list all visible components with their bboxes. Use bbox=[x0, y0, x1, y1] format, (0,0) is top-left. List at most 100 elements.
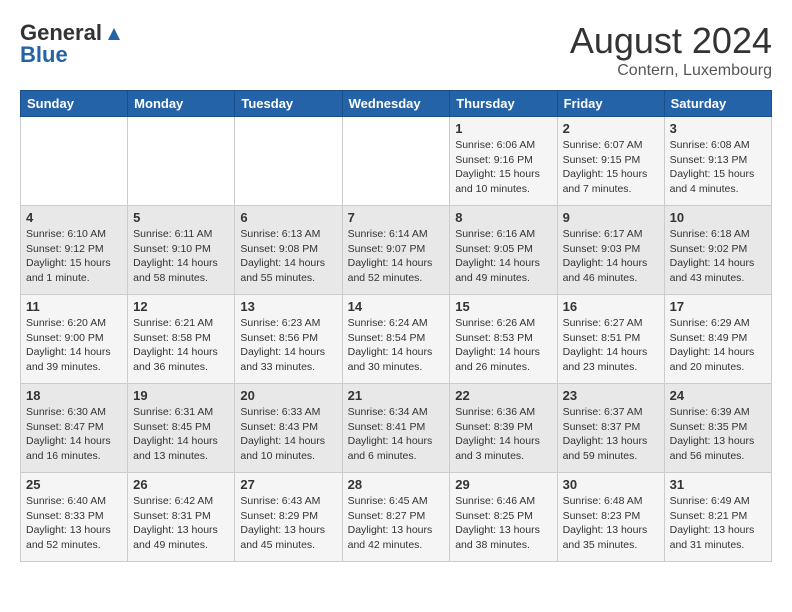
calendar-cell bbox=[128, 117, 235, 206]
cell-content: 10 Sunrise: 6:18 AM Sunset: 9:02 PM Dayli… bbox=[670, 210, 766, 290]
cell-content: 6 Sunrise: 6:13 AM Sunset: 9:08 PM Daylig… bbox=[240, 210, 336, 290]
calendar-cell: 18Sunrise: 6:30 AM Sunset: 8:47 PM Dayli… bbox=[21, 384, 128, 473]
cell-content: 24 Sunrise: 6:39 AM Sunset: 8:35 PM Dayli… bbox=[670, 388, 766, 468]
header: General Blue August 2024 Contern, Luxemb… bbox=[20, 20, 772, 80]
cell-content: 3 Sunrise: 6:08 AM Sunset: 9:13 PM Daylig… bbox=[670, 121, 766, 201]
day-number: 2 bbox=[563, 121, 659, 136]
logo-icon bbox=[104, 24, 124, 44]
cell-content: 7 Sunrise: 6:14 AM Sunset: 9:07 PM Daylig… bbox=[348, 210, 445, 290]
calendar-cell: 7 Sunrise: 6:14 AM Sunset: 9:07 PM Daylig… bbox=[342, 206, 450, 295]
cell-content: 20Sunrise: 6:33 AM Sunset: 8:43 PM Dayli… bbox=[240, 388, 336, 468]
day-header-saturday: Saturday bbox=[664, 91, 771, 117]
day-info: Sunrise: 6:16 AM Sunset: 9:05 PM Dayligh… bbox=[455, 227, 551, 286]
day-info: Sunrise: 6:45 AM Sunset: 8:27 PM Dayligh… bbox=[348, 494, 445, 553]
calendar-cell: 12Sunrise: 6:21 AM Sunset: 8:58 PM Dayli… bbox=[128, 295, 235, 384]
day-number: 11 bbox=[26, 299, 122, 314]
day-header-monday: Monday bbox=[128, 91, 235, 117]
day-info: Sunrise: 6:06 AM Sunset: 9:16 PM Dayligh… bbox=[455, 138, 551, 197]
day-number: 6 bbox=[240, 210, 336, 225]
day-info: Sunrise: 6:23 AM Sunset: 8:56 PM Dayligh… bbox=[240, 316, 336, 375]
day-number: 30 bbox=[563, 477, 659, 492]
logo-blue-text: Blue bbox=[20, 42, 68, 68]
calendar-cell: 1Sunrise: 6:06 AM Sunset: 9:16 PM Daylig… bbox=[450, 117, 557, 206]
day-info: Sunrise: 6:08 AM Sunset: 9:13 PM Dayligh… bbox=[670, 138, 766, 197]
calendar-cell: 4 Sunrise: 6:10 AM Sunset: 9:12 PM Daylig… bbox=[21, 206, 128, 295]
day-info: Sunrise: 6:11 AM Sunset: 9:10 PM Dayligh… bbox=[133, 227, 229, 286]
day-number: 26 bbox=[133, 477, 229, 492]
cell-content: 22 Sunrise: 6:36 AM Sunset: 8:39 PM Dayli… bbox=[455, 388, 551, 468]
day-number: 22 bbox=[455, 388, 551, 403]
day-info: Sunrise: 6:18 AM Sunset: 9:02 PM Dayligh… bbox=[670, 227, 766, 286]
calendar-cell: 17Sunrise: 6:29 AM Sunset: 8:49 PM Dayli… bbox=[664, 295, 771, 384]
day-info: Sunrise: 6:31 AM Sunset: 8:45 PM Dayligh… bbox=[133, 405, 229, 464]
cell-content: 23Sunrise: 6:37 AM Sunset: 8:37 PM Dayli… bbox=[563, 388, 659, 468]
cell-content: 27 Sunrise: 6:43 AM Sunset: 8:29 PM Dayli… bbox=[240, 477, 336, 557]
day-number: 14 bbox=[348, 299, 445, 314]
day-info: Sunrise: 6:26 AM Sunset: 8:53 PM Dayligh… bbox=[455, 316, 551, 375]
day-number: 7 bbox=[348, 210, 445, 225]
calendar-cell: 31 Sunrise: 6:49 AM Sunset: 8:21 PM Dayli… bbox=[664, 473, 771, 562]
day-number: 10 bbox=[670, 210, 766, 225]
calendar-cell: 26 Sunrise: 6:42 AM Sunset: 8:31 PM Dayli… bbox=[128, 473, 235, 562]
calendar-cell: 23Sunrise: 6:37 AM Sunset: 8:37 PM Dayli… bbox=[557, 384, 664, 473]
cell-content: 2Sunrise: 6:07 AM Sunset: 9:15 PM Daylig… bbox=[563, 121, 659, 201]
calendar-cell: 25Sunrise: 6:40 AM Sunset: 8:33 PM Dayli… bbox=[21, 473, 128, 562]
day-info: Sunrise: 6:42 AM Sunset: 8:31 PM Dayligh… bbox=[133, 494, 229, 553]
day-number: 5 bbox=[133, 210, 229, 225]
day-header-wednesday: Wednesday bbox=[342, 91, 450, 117]
cell-content: 16Sunrise: 6:27 AM Sunset: 8:51 PM Dayli… bbox=[563, 299, 659, 379]
day-number: 31 bbox=[670, 477, 766, 492]
day-info: Sunrise: 6:17 AM Sunset: 9:03 PM Dayligh… bbox=[563, 227, 659, 286]
title-area: August 2024 Contern, Luxembourg bbox=[570, 20, 772, 80]
calendar-cell: 22 Sunrise: 6:36 AM Sunset: 8:39 PM Dayli… bbox=[450, 384, 557, 473]
day-info: Sunrise: 6:39 AM Sunset: 8:35 PM Dayligh… bbox=[670, 405, 766, 464]
day-number: 25 bbox=[26, 477, 122, 492]
day-info: Sunrise: 6:10 AM Sunset: 9:12 PM Dayligh… bbox=[26, 227, 122, 286]
day-number: 4 bbox=[26, 210, 122, 225]
cell-content: 15Sunrise: 6:26 AM Sunset: 8:53 PM Dayli… bbox=[455, 299, 551, 379]
day-info: Sunrise: 6:13 AM Sunset: 9:08 PM Dayligh… bbox=[240, 227, 336, 286]
day-info: Sunrise: 6:43 AM Sunset: 8:29 PM Dayligh… bbox=[240, 494, 336, 553]
calendar-cell: 2Sunrise: 6:07 AM Sunset: 9:15 PM Daylig… bbox=[557, 117, 664, 206]
day-number: 9 bbox=[563, 210, 659, 225]
day-info: Sunrise: 6:20 AM Sunset: 9:00 PM Dayligh… bbox=[26, 316, 122, 375]
calendar-cell: 8Sunrise: 6:16 AM Sunset: 9:05 PM Daylig… bbox=[450, 206, 557, 295]
day-info: Sunrise: 6:36 AM Sunset: 8:39 PM Dayligh… bbox=[455, 405, 551, 464]
calendar-cell: 11 Sunrise: 6:20 AM Sunset: 9:00 PM Dayli… bbox=[21, 295, 128, 384]
day-number: 21 bbox=[348, 388, 445, 403]
day-info: Sunrise: 6:30 AM Sunset: 8:47 PM Dayligh… bbox=[26, 405, 122, 464]
calendar-cell: 5 Sunrise: 6:11 AM Sunset: 9:10 PM Daylig… bbox=[128, 206, 235, 295]
day-number: 24 bbox=[670, 388, 766, 403]
calendar-cell: 27 Sunrise: 6:43 AM Sunset: 8:29 PM Dayli… bbox=[235, 473, 342, 562]
week-row-3: 11 Sunrise: 6:20 AM Sunset: 9:00 PM Dayli… bbox=[21, 295, 772, 384]
calendar-cell: 21Sunrise: 6:34 AM Sunset: 8:41 PM Dayli… bbox=[342, 384, 450, 473]
cell-content: 4 Sunrise: 6:10 AM Sunset: 9:12 PM Daylig… bbox=[26, 210, 122, 290]
day-info: Sunrise: 6:14 AM Sunset: 9:07 PM Dayligh… bbox=[348, 227, 445, 286]
day-info: Sunrise: 6:46 AM Sunset: 8:25 PM Dayligh… bbox=[455, 494, 551, 553]
day-header-thursday: Thursday bbox=[450, 91, 557, 117]
logo: General Blue bbox=[20, 20, 124, 68]
calendar-cell bbox=[235, 117, 342, 206]
calendar-cell: 10 Sunrise: 6:18 AM Sunset: 9:02 PM Dayli… bbox=[664, 206, 771, 295]
calendar: SundayMondayTuesdayWednesdayThursdayFrid… bbox=[20, 90, 772, 562]
calendar-cell: 16Sunrise: 6:27 AM Sunset: 8:51 PM Dayli… bbox=[557, 295, 664, 384]
day-number: 29 bbox=[455, 477, 551, 492]
calendar-cell: 30Sunrise: 6:48 AM Sunset: 8:23 PM Dayli… bbox=[557, 473, 664, 562]
cell-content: 13Sunrise: 6:23 AM Sunset: 8:56 PM Dayli… bbox=[240, 299, 336, 379]
day-number: 3 bbox=[670, 121, 766, 136]
calendar-cell: 15Sunrise: 6:26 AM Sunset: 8:53 PM Dayli… bbox=[450, 295, 557, 384]
day-info: Sunrise: 6:49 AM Sunset: 8:21 PM Dayligh… bbox=[670, 494, 766, 553]
day-info: Sunrise: 6:33 AM Sunset: 8:43 PM Dayligh… bbox=[240, 405, 336, 464]
cell-content: 14Sunrise: 6:24 AM Sunset: 8:54 PM Dayli… bbox=[348, 299, 445, 379]
cell-content: 25Sunrise: 6:40 AM Sunset: 8:33 PM Dayli… bbox=[26, 477, 122, 557]
day-number: 28 bbox=[348, 477, 445, 492]
calendar-cell: 9 Sunrise: 6:17 AM Sunset: 9:03 PM Daylig… bbox=[557, 206, 664, 295]
day-number: 27 bbox=[240, 477, 336, 492]
cell-content: 1Sunrise: 6:06 AM Sunset: 9:16 PM Daylig… bbox=[455, 121, 551, 201]
calendar-cell: 19Sunrise: 6:31 AM Sunset: 8:45 PM Dayli… bbox=[128, 384, 235, 473]
day-header-sunday: Sunday bbox=[21, 91, 128, 117]
day-number: 12 bbox=[133, 299, 229, 314]
calendar-cell: 29 Sunrise: 6:46 AM Sunset: 8:25 PM Dayli… bbox=[450, 473, 557, 562]
cell-content: 5 Sunrise: 6:11 AM Sunset: 9:10 PM Daylig… bbox=[133, 210, 229, 290]
day-info: Sunrise: 6:27 AM Sunset: 8:51 PM Dayligh… bbox=[563, 316, 659, 375]
